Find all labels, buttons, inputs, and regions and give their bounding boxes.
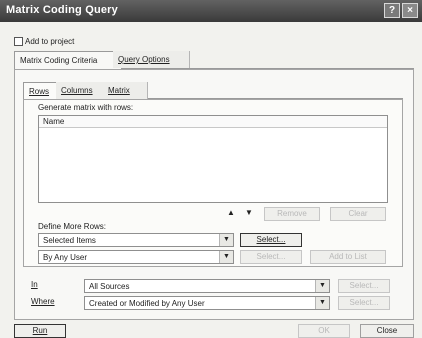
item-type-value: Selected Items: [43, 236, 96, 245]
where-select-button-label: Select...: [349, 298, 379, 307]
where-value: Created or Modified by Any User: [89, 299, 205, 308]
add-to-project-label: Add to project: [25, 37, 75, 46]
ok-button[interactable]: OK: [298, 324, 350, 338]
select-items-button-label: Select...: [256, 235, 286, 244]
select-items-button[interactable]: Select...: [240, 233, 302, 247]
rows-list[interactable]: Name: [38, 115, 388, 203]
select-user-button-label: Select...: [256, 252, 286, 261]
add-to-list-button[interactable]: Add to List: [310, 250, 386, 264]
close-button-label: Close: [376, 326, 398, 335]
move-down-button[interactable]: ▼: [244, 208, 254, 218]
run-button[interactable]: Run: [14, 324, 66, 338]
run-button-label: Run: [32, 326, 48, 335]
add-to-project-checkbox[interactable]: [14, 37, 23, 46]
close-button[interactable]: Close: [360, 324, 414, 338]
tab-query-options[interactable]: Query Options: [113, 51, 190, 68]
column-name-header: Name: [43, 117, 65, 126]
item-type-dropdown[interactable]: Selected Items ▼: [38, 233, 234, 247]
tab-matrix[interactable]: Matrix: [103, 82, 148, 99]
tab-columns-label: Columns: [61, 86, 93, 95]
inner-tab-bar: Rows Columns Matrix: [23, 82, 403, 101]
where-select-button[interactable]: Select...: [338, 296, 390, 310]
remove-button[interactable]: Remove: [264, 207, 320, 221]
define-more-rows-label: Define More Rows:: [38, 222, 107, 231]
arrow-up-icon: ▲: [227, 208, 235, 217]
generate-rows-label: Generate matrix with rows:: [38, 103, 134, 112]
user-filter-dropdown[interactable]: By Any User ▼: [38, 250, 234, 264]
arrow-down-icon: ▼: [245, 208, 253, 217]
close-icon: ×: [407, 5, 413, 16]
list-column-header[interactable]: Name: [39, 116, 387, 128]
outer-tab-bar: Matrix Coding Criteria Query Options: [14, 51, 414, 70]
help-icon: ?: [388, 5, 396, 16]
in-select-button[interactable]: Select...: [338, 279, 390, 293]
in-value: All Sources: [89, 282, 130, 291]
tab-matrix-coding-criteria-label: Matrix Coding Criteria: [20, 56, 98, 65]
clear-button[interactable]: Clear: [330, 207, 386, 221]
user-filter-value: By Any User: [43, 253, 88, 262]
add-to-list-button-label: Add to List: [329, 252, 367, 261]
select-user-button[interactable]: Select...: [240, 250, 302, 264]
clear-button-label: Clear: [348, 209, 368, 218]
chevron-down-icon: ▼: [219, 234, 233, 246]
in-dropdown[interactable]: All Sources ▼: [84, 279, 330, 293]
tab-matrix-coding-criteria[interactable]: Matrix Coding Criteria: [14, 51, 122, 70]
where-dropdown[interactable]: Created or Modified by Any User ▼: [84, 296, 330, 310]
title-bar: Matrix Coding Query ? ×: [0, 0, 422, 22]
window-close-button[interactable]: ×: [402, 3, 418, 18]
ok-button-label: OK: [318, 326, 330, 335]
chevron-down-icon: ▼: [315, 297, 329, 309]
in-label: In: [31, 280, 38, 289]
tab-rows-label: Rows: [29, 87, 50, 96]
tab-query-options-label: Query Options: [118, 55, 170, 64]
tab-matrix-label: Matrix: [108, 86, 130, 95]
where-label: Where: [31, 297, 55, 306]
window-title: Matrix Coding Query: [6, 4, 118, 16]
chevron-down-icon: ▼: [219, 251, 233, 263]
remove-button-label: Remove: [277, 209, 307, 218]
chevron-down-icon: ▼: [315, 280, 329, 292]
in-select-button-label: Select...: [349, 281, 379, 290]
help-button[interactable]: ?: [384, 3, 400, 18]
move-up-button[interactable]: ▲: [226, 208, 236, 218]
